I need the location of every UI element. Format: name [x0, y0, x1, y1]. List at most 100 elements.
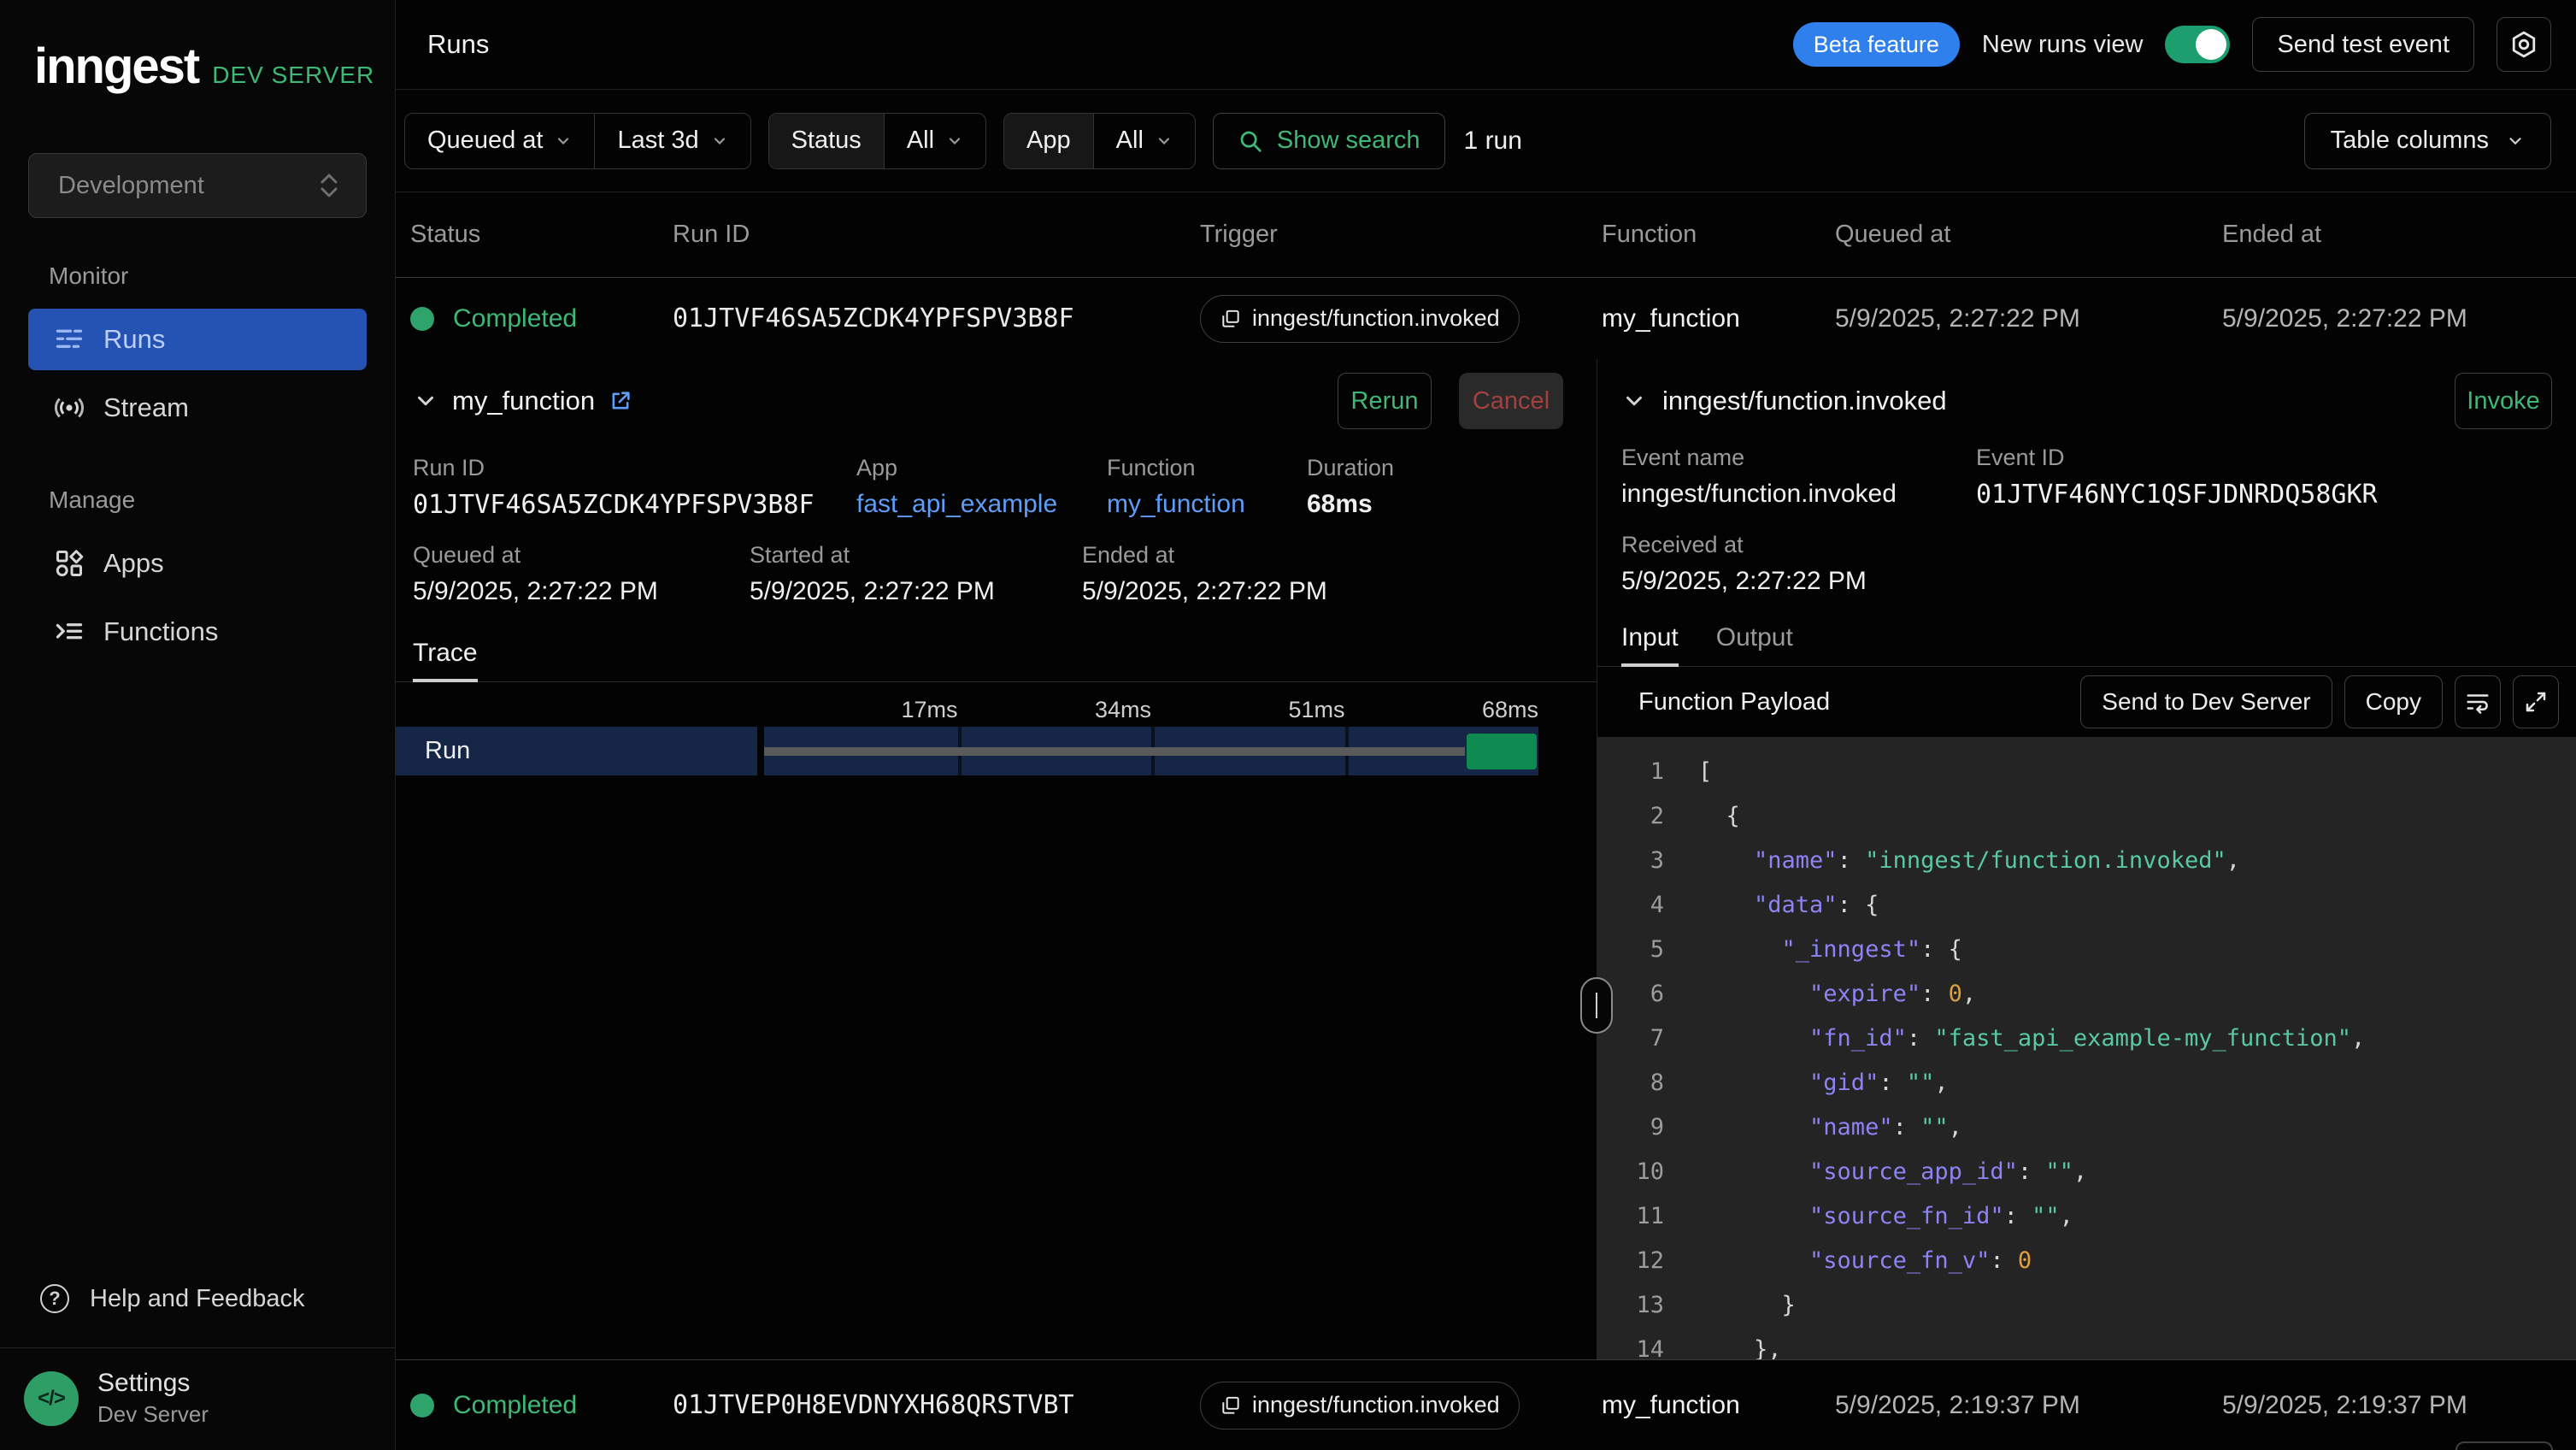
help-and-feedback[interactable]: ? Help and Feedback	[0, 1284, 395, 1347]
tab-trace[interactable]: Trace	[413, 639, 478, 681]
sidebar-item-apps[interactable]: Apps	[28, 533, 367, 594]
column-header-function[interactable]: Function	[1602, 221, 1835, 249]
show-search-button[interactable]: Show search	[1213, 113, 1445, 169]
status-cell: Completed	[410, 1391, 673, 1420]
collapse-chevron-icon[interactable]	[413, 388, 438, 414]
app-filter-label: App	[1004, 114, 1093, 168]
chevron-down-icon	[711, 133, 728, 150]
settings-entry[interactable]: </> Settings Dev Server	[0, 1347, 395, 1450]
trigger-pill[interactable]: inngest/function.invoked	[1200, 1382, 1520, 1429]
function-payload-toolbar: Function Payload Send to Dev Server Copy	[1597, 667, 2576, 737]
sidebar-item-functions[interactable]: Functions	[28, 601, 367, 663]
queued-at-dropdown[interactable]: Queued at	[405, 114, 594, 168]
page-title: Runs	[427, 29, 489, 60]
code-line: 10 "source_app_id": "",	[1597, 1149, 2576, 1194]
external-link-icon[interactable]	[609, 389, 632, 413]
function-cell: my_function	[1602, 1391, 1835, 1420]
status-filter-dropdown[interactable]: All	[884, 114, 985, 168]
code-line: 8 "gid": "",	[1597, 1060, 2576, 1105]
column-header-trigger[interactable]: Trigger	[1200, 221, 1602, 249]
tab-input[interactable]: Input	[1621, 623, 1679, 666]
trace-axis: 17ms 34ms 51ms 68ms	[764, 691, 1538, 727]
copy-button[interactable]: Copy	[2344, 675, 2443, 728]
status-label: Completed	[453, 1391, 577, 1420]
app-filter-dropdown[interactable]: All	[1093, 114, 1195, 168]
table-header: Status Run ID Trigger Function Queued at…	[396, 192, 2576, 278]
chevron-down-icon	[555, 133, 572, 150]
rerun-button[interactable]: Rerun	[1338, 373, 1432, 429]
toggle-knob	[2196, 29, 2226, 60]
status-cell: Completed	[410, 304, 673, 333]
expanded-run-detail: my_function Rerun Cancel Run ID 01JTVF46…	[396, 359, 2576, 1359]
runs-icon	[54, 324, 85, 355]
queued-at-field: Queued at 5/9/2025, 2:27:22 PM	[413, 542, 750, 606]
ended-at-cell: 5/9/2025, 2:27:22 PM	[2222, 304, 2576, 333]
trigger-label: inngest/function.invoked	[1252, 305, 1500, 332]
code-line: 14 },	[1597, 1327, 2576, 1359]
word-wrap-button[interactable]	[2455, 675, 2501, 728]
environment-selector[interactable]: Development	[28, 153, 367, 218]
run-id-cell: 01JTVF46SA5ZCDK4YPFSPV3B8F	[673, 304, 1200, 333]
topbar: Runs Beta feature New runs view Send tes…	[396, 0, 2576, 90]
column-header-run-id[interactable]: Run ID	[673, 221, 1200, 249]
apps-icon	[54, 548, 85, 579]
settings-title: Settings	[97, 1369, 209, 1398]
cancel-button[interactable]: Cancel	[1459, 373, 1563, 429]
trace-tabs: Trace	[396, 639, 1597, 682]
show-search-label: Show search	[1277, 127, 1420, 155]
time-range-dropdown[interactable]: Last 3d	[594, 114, 750, 168]
app-link[interactable]: fast_api_example	[856, 490, 1107, 519]
code-line: 1[	[1597, 749, 2576, 793]
status-filter-value: All	[907, 127, 934, 155]
sidebar-item-stream[interactable]: Stream	[28, 377, 367, 439]
column-header-status[interactable]: Status	[410, 221, 673, 249]
ended-at-field: Ended at 5/9/2025, 2:27:22 PM	[1082, 542, 1327, 606]
search-icon	[1238, 128, 1263, 154]
dev-server-label: DEV SERVER	[212, 62, 374, 89]
queued-at-cell: 5/9/2025, 2:19:37 PM	[1835, 1391, 2222, 1420]
beta-feature-badge: Beta feature	[1793, 22, 1960, 67]
pane-resize-handle[interactable]	[1580, 977, 1613, 1034]
column-header-ended-at[interactable]: Ended at	[2222, 221, 2576, 249]
function-link[interactable]: my_function	[1107, 490, 1307, 519]
send-test-event-button[interactable]: Send test event	[2252, 17, 2474, 72]
trigger-pill[interactable]: inngest/function.invoked	[1200, 295, 1520, 343]
payload-code-editor[interactable]: 1[2 {3 "name": "inngest/function.invoked…	[1597, 737, 2576, 1359]
app-field: App fast_api_example	[856, 455, 1107, 520]
code-line: 13 }	[1597, 1282, 2576, 1327]
code-line: 9 "name": "",	[1597, 1105, 2576, 1149]
expand-button[interactable]	[2513, 675, 2559, 728]
trace-run-row[interactable]: Run	[396, 727, 1538, 775]
invoke-button[interactable]: Invoke	[2455, 373, 2552, 429]
event-icon	[1220, 1394, 1242, 1417]
manage-section-label: Manage	[0, 442, 395, 529]
status-label: Completed	[453, 304, 577, 333]
event-icon	[1220, 308, 1242, 330]
duration-field: Duration 68ms	[1307, 455, 1394, 520]
code-line: 2 {	[1597, 793, 2576, 838]
table-columns-button[interactable]: Table columns	[2304, 113, 2551, 169]
collapse-chevron-icon[interactable]	[1621, 388, 1647, 414]
sidebar-item-label: Functions	[103, 616, 218, 647]
event-id-field: Event ID 01JTVF46NYC1QSFJDNRDQ58GKR	[1976, 445, 2378, 510]
queued-at-cell: 5/9/2025, 2:27:22 PM	[1835, 304, 2222, 333]
trace-duration-bar[interactable]	[1467, 734, 1537, 769]
send-to-dev-server-button[interactable]: Send to Dev Server	[2080, 675, 2332, 728]
code-line: 11 "source_fn_id": "",	[1597, 1194, 2576, 1238]
tab-output[interactable]: Output	[1716, 623, 1793, 666]
column-header-queued-at[interactable]: Queued at	[1835, 221, 2222, 249]
sidebar-item-runs[interactable]: Runs	[28, 309, 367, 370]
table-row[interactable]: Completed 01JTVF46SA5ZCDK4YPFSPV3B8F inn…	[396, 278, 2576, 359]
app-filter-group: App All	[1003, 113, 1196, 169]
table-row[interactable]: Completed 01JTVEP0H8EVDNYXH68QRSTVBT inn…	[396, 1359, 2576, 1450]
axis-tick: 51ms	[1288, 697, 1344, 723]
new-runs-view-toggle[interactable]	[2165, 26, 2230, 63]
settings-gear-button[interactable]	[2497, 17, 2551, 72]
main-content: Runs Beta feature New runs view Send tes…	[396, 0, 2576, 1450]
function-field: Function my_function	[1107, 455, 1307, 520]
help-icon: ?	[40, 1284, 69, 1313]
monitor-section-label: Monitor	[0, 218, 395, 305]
function-cell: my_function	[1602, 304, 1835, 333]
chevron-down-icon	[1156, 133, 1173, 150]
axis-tick: 17ms	[901, 697, 957, 723]
